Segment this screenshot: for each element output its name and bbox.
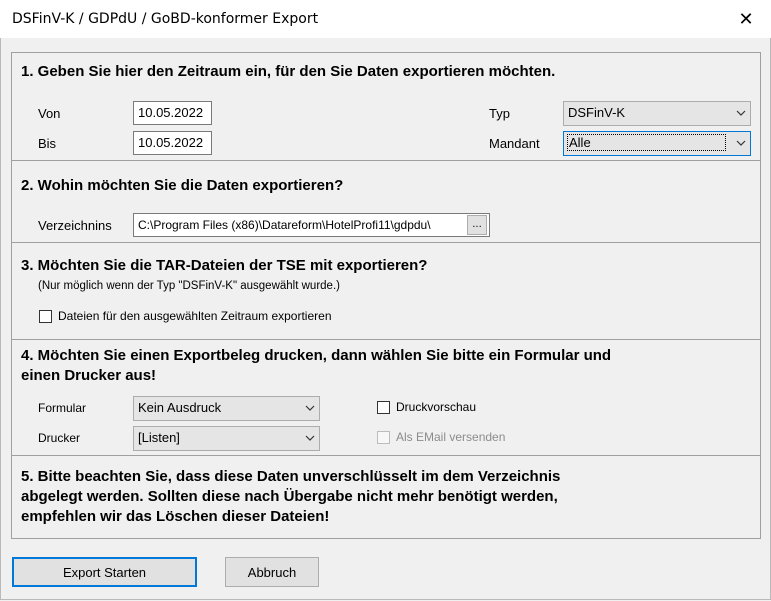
- section3-heading: 3. Möchten Sie die TAR-Dateien der TSE m…: [21, 257, 428, 274]
- bis-label: Bis: [38, 136, 57, 151]
- formular-label: Formular: [38, 401, 87, 415]
- notice-line2: abgelegt werden. Sollten diese nach Über…: [21, 488, 558, 505]
- cancel-button[interactable]: Abbruch: [225, 557, 319, 587]
- window-title: DSFinV-K / GDPdU / GoBD-konformer Export: [12, 11, 319, 27]
- section4-heading-line2: einen Drucker aus!: [21, 367, 157, 384]
- close-icon[interactable]: ✕: [723, 4, 769, 34]
- chevron-down-icon: [736, 110, 746, 116]
- formular-select[interactable]: Kein Ausdruck: [133, 396, 320, 421]
- typ-label: Typ: [489, 106, 510, 121]
- directory-label: Verzeichnins: [38, 218, 112, 233]
- email-checkbox-label: Als EMail versenden: [396, 430, 506, 444]
- drucker-select-value: [Listen]: [138, 430, 180, 445]
- browse-button[interactable]: ...: [467, 215, 487, 235]
- typ-select[interactable]: DSFinV-K: [563, 101, 751, 126]
- section3-note: (Nur möglich wenn der Typ "DSFinV-K" aus…: [38, 280, 340, 292]
- notice-line3: empfehlen wir das Löschen dieser Dateien…: [21, 508, 330, 525]
- section4-heading-line1: 4. Möchten Sie einen Exportbeleg drucken…: [21, 347, 612, 364]
- bis-date-input[interactable]: 10.05.2022: [133, 131, 212, 155]
- export-start-button[interactable]: Export Starten: [12, 557, 197, 587]
- section-period: 1. Geben Sie hier den Zeitraum ein, für …: [11, 52, 761, 163]
- von-label: Von: [38, 106, 61, 121]
- mandant-select[interactable]: Alle: [563, 131, 751, 156]
- notice-line1: 5. Bitte beachten Sie, dass diese Daten …: [21, 468, 561, 485]
- von-date-input[interactable]: 10.05.2022: [133, 101, 212, 125]
- tar-export-checkbox-label: Dateien für den ausgewählten Zeitraum ex…: [58, 309, 332, 323]
- mandant-label: Mandant: [489, 136, 540, 151]
- print-preview-label: Druckvorschau: [396, 400, 477, 414]
- section2-heading: 2. Wohin möchten Sie die Daten exportier…: [21, 177, 344, 194]
- section-directory: 2. Wohin möchten Sie die Daten exportier…: [11, 160, 761, 244]
- title-bar: DSFinV-K / GDPdU / GoBD-konformer Export…: [0, 0, 771, 38]
- mandant-select-value: Alle: [567, 134, 726, 151]
- section-notice: 5. Bitte beachten Sie, dass diese Daten …: [11, 455, 761, 539]
- section-tar: 3. Möchten Sie die TAR-Dateien der TSE m…: [11, 242, 761, 342]
- chevron-down-icon: [305, 405, 315, 411]
- drucker-label: Drucker: [38, 431, 81, 445]
- chevron-down-icon: [305, 435, 315, 441]
- section1-heading: 1. Geben Sie hier den Zeitraum ein, für …: [21, 63, 556, 80]
- section-print: 4. Möchten Sie einen Exportbeleg drucken…: [11, 339, 761, 458]
- tar-export-checkbox[interactable]: [39, 310, 52, 323]
- chevron-down-icon: [736, 140, 746, 146]
- directory-input[interactable]: C:\Program Files (x86)\Datareform\HotelP…: [133, 213, 490, 237]
- typ-select-value: DSFinV-K: [568, 105, 626, 120]
- email-checkbox[interactable]: [377, 431, 390, 444]
- print-preview-checkbox[interactable]: [377, 401, 390, 414]
- formular-select-value: Kein Ausdruck: [138, 400, 222, 415]
- drucker-select[interactable]: [Listen]: [133, 426, 320, 451]
